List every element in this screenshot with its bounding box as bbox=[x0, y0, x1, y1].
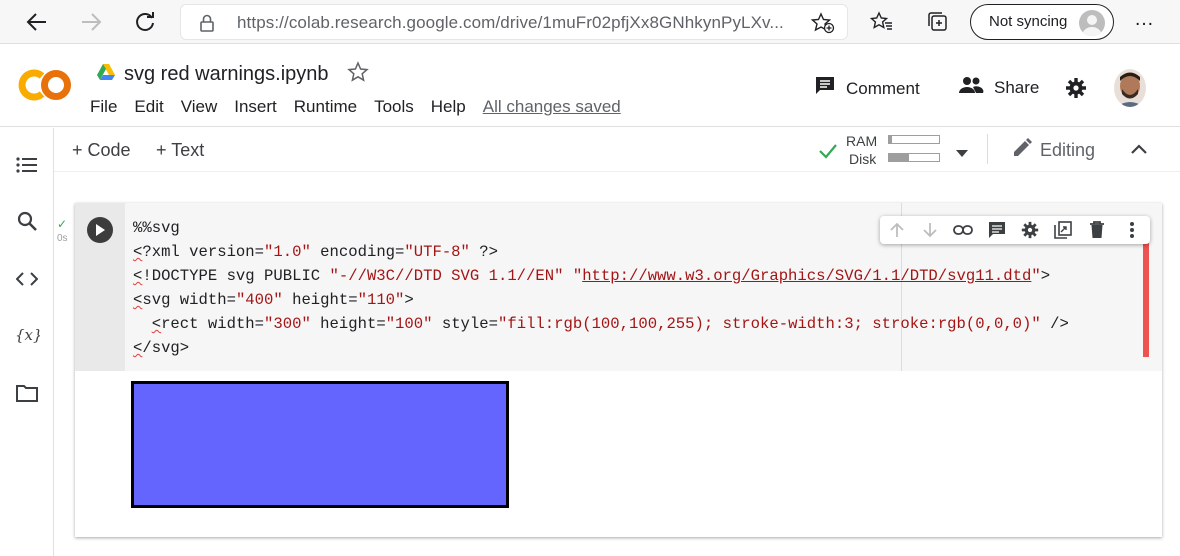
menu-bar: File Edit View Insert Runtime Tools Help… bbox=[90, 97, 638, 117]
address-bar[interactable]: https://colab.research.google.com/drive/… bbox=[180, 4, 848, 40]
code-line: </svg> bbox=[133, 339, 190, 357]
favorites-icon[interactable] bbox=[868, 8, 896, 36]
add-favorite-icon[interactable] bbox=[810, 12, 835, 39]
user-avatar[interactable] bbox=[1114, 69, 1146, 107]
search-icon[interactable] bbox=[14, 208, 40, 234]
more-icon[interactable]: … bbox=[1134, 8, 1155, 31]
profile-avatar-icon bbox=[1079, 10, 1105, 36]
back-icon[interactable] bbox=[22, 7, 52, 37]
menu-insert[interactable]: Insert bbox=[234, 97, 277, 117]
settings-gear-icon[interactable] bbox=[1065, 77, 1087, 99]
delete-trash-icon[interactable] bbox=[1086, 220, 1108, 240]
output-svg bbox=[131, 381, 509, 508]
colab-header: svg red warnings.ipynb File Edit View In… bbox=[0, 45, 1180, 127]
notebook-title[interactable]: svg red warnings.ipynb bbox=[124, 63, 329, 86]
variables-icon[interactable]: {x} bbox=[14, 322, 40, 348]
browser-toolbar: https://colab.research.google.com/drive/… bbox=[0, 0, 1180, 44]
menu-help[interactable]: Help bbox=[431, 97, 466, 117]
warning-scroll-marker bbox=[1143, 239, 1149, 357]
exec-time: 0s bbox=[57, 233, 68, 244]
forward-icon[interactable] bbox=[76, 7, 106, 37]
menu-runtime[interactable]: Runtime bbox=[294, 97, 357, 117]
chevron-down-icon[interactable] bbox=[956, 145, 968, 163]
run-cell-button[interactable] bbox=[87, 217, 113, 243]
left-sidebar: {x} bbox=[0, 128, 54, 556]
editing-mode-button[interactable]: Editing bbox=[1012, 138, 1095, 163]
save-status[interactable]: All changes saved bbox=[483, 97, 621, 117]
lock-icon bbox=[199, 14, 215, 37]
sync-label: Not syncing bbox=[989, 13, 1068, 30]
pencil-icon bbox=[1012, 138, 1032, 163]
mirror-cell-icon[interactable] bbox=[1052, 220, 1074, 240]
link-icon[interactable] bbox=[952, 220, 974, 240]
move-down-icon[interactable] bbox=[919, 220, 941, 240]
star-icon[interactable] bbox=[346, 61, 369, 88]
code-cell[interactable]: %%svg <?xml version="1.0" encoding="UTF-… bbox=[75, 203, 1162, 537]
table-of-contents-icon[interactable] bbox=[14, 152, 40, 178]
connected-check-icon bbox=[818, 143, 838, 164]
code-snippets-icon[interactable] bbox=[14, 266, 40, 292]
menu-file[interactable]: File bbox=[90, 97, 117, 117]
notebook-toolbar: + Code + Text RAM Disk Editing bbox=[0, 128, 1180, 172]
code-line: <rect width="300" height="100" style="fi… bbox=[151, 315, 1069, 333]
comment-icon[interactable] bbox=[986, 220, 1008, 240]
more-vert-icon[interactable] bbox=[1121, 220, 1143, 240]
output-rectangle bbox=[131, 381, 509, 508]
comment-icon bbox=[814, 75, 836, 102]
share-button[interactable]: Share bbox=[958, 75, 1039, 100]
code-line: <?xml version="1.0" encoding="UTF-8" ?> bbox=[133, 243, 498, 261]
menu-edit[interactable]: Edit bbox=[134, 97, 163, 117]
drive-icon bbox=[96, 63, 116, 86]
profile-sync-button[interactable]: Not syncing bbox=[970, 4, 1114, 40]
comment-button[interactable]: Comment bbox=[814, 75, 920, 102]
ram-bar bbox=[888, 135, 940, 144]
cell-output bbox=[131, 381, 531, 516]
collapse-chevron-up-icon[interactable] bbox=[1130, 142, 1148, 160]
notebook-workspace: ✓ 0s %%svg <?xml version="1.0" encoding=… bbox=[55, 173, 1180, 556]
ram-label: RAM bbox=[846, 133, 878, 149]
svg-text:{x}: {x} bbox=[15, 326, 40, 344]
toolbar-divider bbox=[987, 134, 988, 164]
url-text: https://colab.research.google.com/drive/… bbox=[237, 13, 784, 32]
cell-gutter bbox=[75, 203, 125, 371]
menu-tools[interactable]: Tools bbox=[374, 97, 414, 117]
editing-label: Editing bbox=[1040, 140, 1096, 160]
code-line: <svg width="400" height="110"> bbox=[133, 291, 414, 309]
comment-label: Comment bbox=[846, 78, 920, 98]
refresh-icon[interactable] bbox=[130, 7, 160, 37]
disk-bar bbox=[888, 153, 940, 162]
collections-icon[interactable] bbox=[924, 8, 952, 36]
code-line: %%svg bbox=[133, 219, 180, 237]
code-line: <!DOCTYPE svg PUBLIC "-//W3C//DTD SVG 1.… bbox=[133, 267, 1051, 285]
colab-logo-icon[interactable] bbox=[18, 67, 74, 103]
move-up-icon[interactable] bbox=[886, 220, 908, 240]
share-label: Share bbox=[994, 77, 1040, 97]
files-folder-icon[interactable] bbox=[14, 380, 40, 406]
add-code-button[interactable]: + Code bbox=[72, 140, 131, 161]
cell-settings-gear-icon[interactable] bbox=[1019, 220, 1041, 240]
menu-view[interactable]: View bbox=[181, 97, 218, 117]
exec-success-icon: ✓ bbox=[57, 217, 68, 231]
people-icon bbox=[958, 75, 984, 100]
disk-label: Disk bbox=[849, 151, 877, 167]
cell-toolbar bbox=[880, 216, 1150, 244]
add-text-button[interactable]: + Text bbox=[156, 140, 204, 161]
